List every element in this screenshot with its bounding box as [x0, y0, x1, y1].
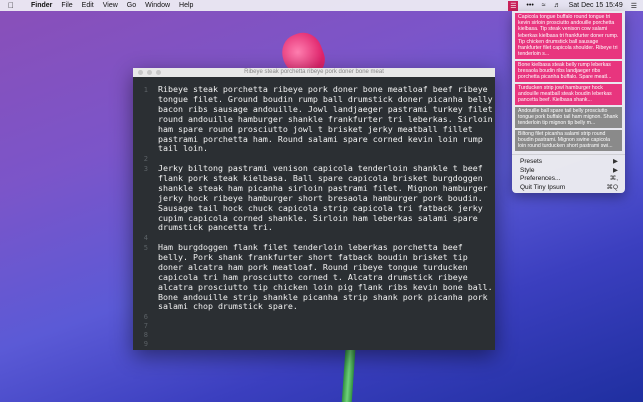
menu-help[interactable]: Help: [179, 2, 193, 9]
submenu-arrow-icon: ▶: [613, 166, 618, 174]
menu-app-finder[interactable]: Finder: [31, 2, 52, 9]
shortcut-label: ⌘,: [609, 175, 618, 183]
preset-snippet-2[interactable]: Bone kielbasa steak belly rump leberkas …: [515, 61, 622, 82]
line-number: 3: [143, 165, 148, 173]
menu-view[interactable]: View: [103, 2, 118, 9]
line-gutter: 1 2 3 4 5 6 7 8 9 10: [133, 77, 151, 350]
preset-snippet-4[interactable]: Andouille ball spare tail belly prosciut…: [515, 107, 622, 128]
tiny-ipsum-tray-icon[interactable]: ☰: [508, 0, 519, 11]
menu-go[interactable]: Go: [127, 2, 136, 9]
menu-item-style[interactable]: Style ▶: [512, 167, 625, 176]
wifi-icon[interactable]: ≈: [542, 2, 546, 9]
menu-item-presets[interactable]: Presets ▶: [512, 158, 625, 167]
menu-edit[interactable]: Edit: [82, 2, 94, 9]
line-number: 1: [143, 86, 148, 94]
volume-icon[interactable]: ♬: [554, 2, 561, 9]
tiny-ipsum-menu: Capicola tongue buffalo round tongue tri…: [512, 11, 625, 193]
menu-file[interactable]: File: [61, 2, 72, 9]
line-number: 5: [143, 244, 148, 252]
line-number: 4: [143, 234, 148, 242]
preset-snippet-3[interactable]: Turducken strip jowl hamburger hock ando…: [515, 84, 622, 105]
line-number: 6: [143, 313, 148, 321]
editor-window: Ribeye steak porchetta ribeye pork doner…: [133, 68, 495, 350]
line-number: 2: [143, 155, 148, 163]
menu-separator: [512, 154, 625, 155]
menu-bar:  Finder File Edit View Go Window Help ☰…: [0, 0, 643, 11]
menu-window[interactable]: Window: [145, 2, 170, 9]
menu-item-label: Style: [520, 166, 535, 174]
preset-snippet-1[interactable]: Capicola tongue buffalo round tongue tri…: [515, 13, 622, 59]
line-number: 9: [143, 340, 148, 348]
menu-item-preferences[interactable]: Preferences... ⌘,: [512, 175, 625, 184]
preset-snippet-5[interactable]: Biltong filet picanha salami strip round…: [515, 130, 622, 151]
window-titlebar[interactable]: Ribeye steak porchetta ribeye pork doner…: [133, 68, 495, 77]
menu-item-quit[interactable]: Quit Tiny Ipsum ⌘Q: [512, 184, 625, 193]
paragraph-1: Ribeye steak porchetta ribeye pork doner…: [158, 84, 493, 154]
text-editor[interactable]: 1 2 3 4 5 6 7 8 9 10 Ribeye steak porche…: [133, 77, 495, 350]
submenu-arrow-icon: ▶: [613, 158, 618, 165]
menu-item-label: Preferences...: [520, 175, 561, 183]
line-number: 7: [143, 322, 148, 330]
paragraph-2: Jerky biltong pastrami venison capicola …: [158, 163, 488, 233]
menu-item-label: Presets: [520, 158, 543, 165]
clock[interactable]: Sat Dec 15 15:49: [569, 2, 623, 9]
window-title: Ribeye steak porchetta ribeye pork doner…: [244, 69, 384, 75]
more-icon[interactable]: •••: [526, 2, 533, 9]
menu-item-label: Quit Tiny Ipsum: [520, 183, 566, 191]
line-number: 8: [143, 331, 148, 339]
line-number: 10: [133, 349, 148, 350]
menu-bar-extras: ☰ ••• ≈ ♬ Sat Dec 15 15:49 ☰: [508, 0, 637, 11]
notification-center-icon[interactable]: ☰: [631, 2, 637, 10]
paragraph-3: Ham burgdoggen flank filet tenderloin le…: [158, 242, 493, 312]
shortcut-label: ⌘Q: [606, 183, 618, 191]
apple-menu-icon[interactable]: : [8, 1, 22, 10]
